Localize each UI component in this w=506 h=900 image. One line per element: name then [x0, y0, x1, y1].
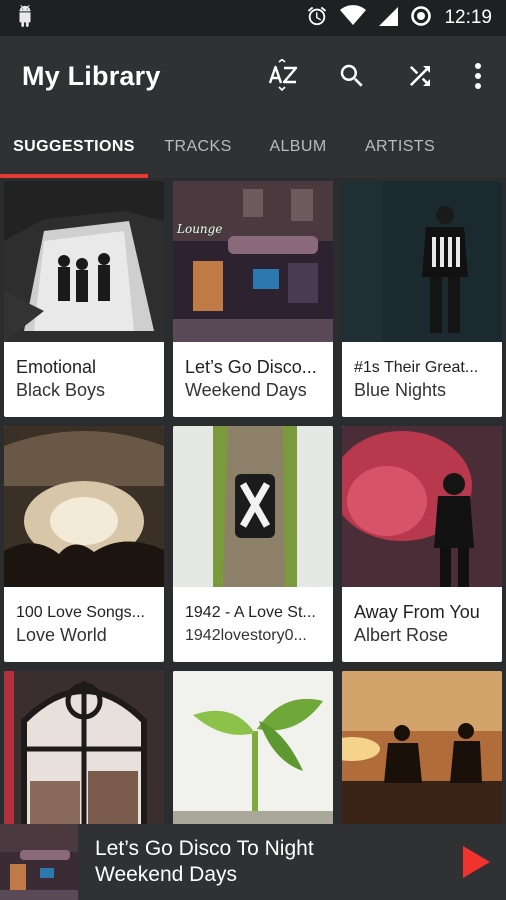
wifi-icon	[340, 4, 367, 32]
app-actions	[264, 56, 488, 96]
search-icon	[340, 64, 363, 87]
album-meta: Let’s Go Disco... Weekend Days	[173, 342, 333, 417]
now-playing-artist: Weekend Days	[95, 863, 238, 886]
album-art	[173, 671, 333, 824]
album-card[interactable]: 100 Love Songs... Love World	[4, 426, 164, 662]
album-art	[342, 426, 502, 587]
album-card[interactable]	[342, 671, 502, 824]
album-title: Let’s Go Disco...	[185, 357, 317, 377]
svg-text:Lounge: Lounge	[176, 222, 222, 236]
more-vert-icon	[475, 63, 481, 89]
app-bar: My Library	[0, 36, 506, 116]
album-card[interactable]	[173, 671, 333, 824]
album-card[interactable]	[4, 671, 164, 824]
album-title: 1942 - A Love St...	[185, 604, 316, 621]
album-artist: 1942lovestory0...	[185, 627, 307, 644]
tab-suggestions[interactable]: SUGGESTIONS	[0, 116, 148, 178]
tab-artists[interactable]: ARTISTS	[348, 116, 452, 178]
status-bar: 12:19	[0, 0, 506, 36]
suggestions-grid: Emotional Black Boys Lounge Let’s Go Dis…	[0, 178, 506, 824]
android-icon	[14, 4, 36, 32]
album-meta: #1s Their Great... Blue Nights	[342, 342, 502, 417]
album-card[interactable]: Away From You Albert Rose	[342, 426, 502, 662]
album-title: #1s Their Great...	[354, 359, 479, 376]
now-playing-text: Let’s Go Disco To Night Weekend Days	[78, 836, 446, 888]
album-meta: 100 Love Songs... Love World	[4, 587, 164, 662]
status-icons: 12:19	[306, 4, 492, 32]
album-title: 100 Love Songs...	[16, 604, 145, 621]
album-meta: Emotional Black Boys	[4, 342, 164, 417]
tab-bar: SUGGESTIONS TRACKS ALBUM ARTISTS	[0, 116, 506, 178]
now-playing-title: Let’s Go Disco To Night	[95, 837, 314, 860]
search-button[interactable]	[332, 56, 372, 96]
page-title: My Library	[22, 60, 161, 91]
shuffle-button[interactable]	[400, 56, 440, 96]
now-playing-bar[interactable]: Let’s Go Disco To Night Weekend Days	[0, 824, 506, 900]
play-button[interactable]	[446, 824, 506, 900]
tab-album[interactable]: ALBUM	[248, 116, 348, 178]
signal-icon	[378, 5, 399, 32]
data-saver-icon	[410, 5, 432, 32]
sort-az-button[interactable]	[264, 56, 304, 96]
album-artist: Albert Rose	[354, 625, 449, 645]
album-card[interactable]: Lounge Let’s Go Disco... Weekend Days	[173, 181, 333, 417]
album-artist: Black Boys	[16, 380, 106, 400]
alarm-icon	[306, 5, 328, 32]
play-icon	[463, 846, 490, 878]
album-card[interactable]: Emotional Black Boys	[4, 181, 164, 417]
album-card[interactable]: 1942 - A Love St... 1942lovestory0...	[173, 426, 333, 662]
album-artist: Weekend Days	[185, 380, 307, 400]
album-artist: Love World	[16, 625, 107, 645]
now-playing-art	[0, 824, 78, 900]
status-left	[14, 4, 306, 32]
album-card[interactable]: #1s Their Great... Blue Nights	[342, 181, 502, 417]
status-time: 12:19	[444, 7, 492, 28]
sort-az-icon	[268, 59, 298, 92]
album-title: Away From You	[354, 602, 480, 622]
album-art	[4, 426, 164, 587]
tab-tracks[interactable]: TRACKS	[148, 116, 248, 178]
album-art: Lounge	[173, 181, 333, 342]
album-artist: Blue Nights	[354, 380, 447, 400]
album-meta: Away From You Albert Rose	[342, 587, 502, 662]
more-options-button[interactable]	[468, 56, 488, 96]
album-art	[173, 426, 333, 587]
shuffle-icon	[410, 66, 430, 86]
album-meta: 1942 - A Love St... 1942lovestory0...	[173, 587, 333, 662]
album-art	[342, 181, 502, 342]
album-art	[4, 181, 164, 342]
album-art	[342, 671, 502, 824]
album-art	[4, 671, 164, 824]
album-title: Emotional	[16, 357, 97, 377]
